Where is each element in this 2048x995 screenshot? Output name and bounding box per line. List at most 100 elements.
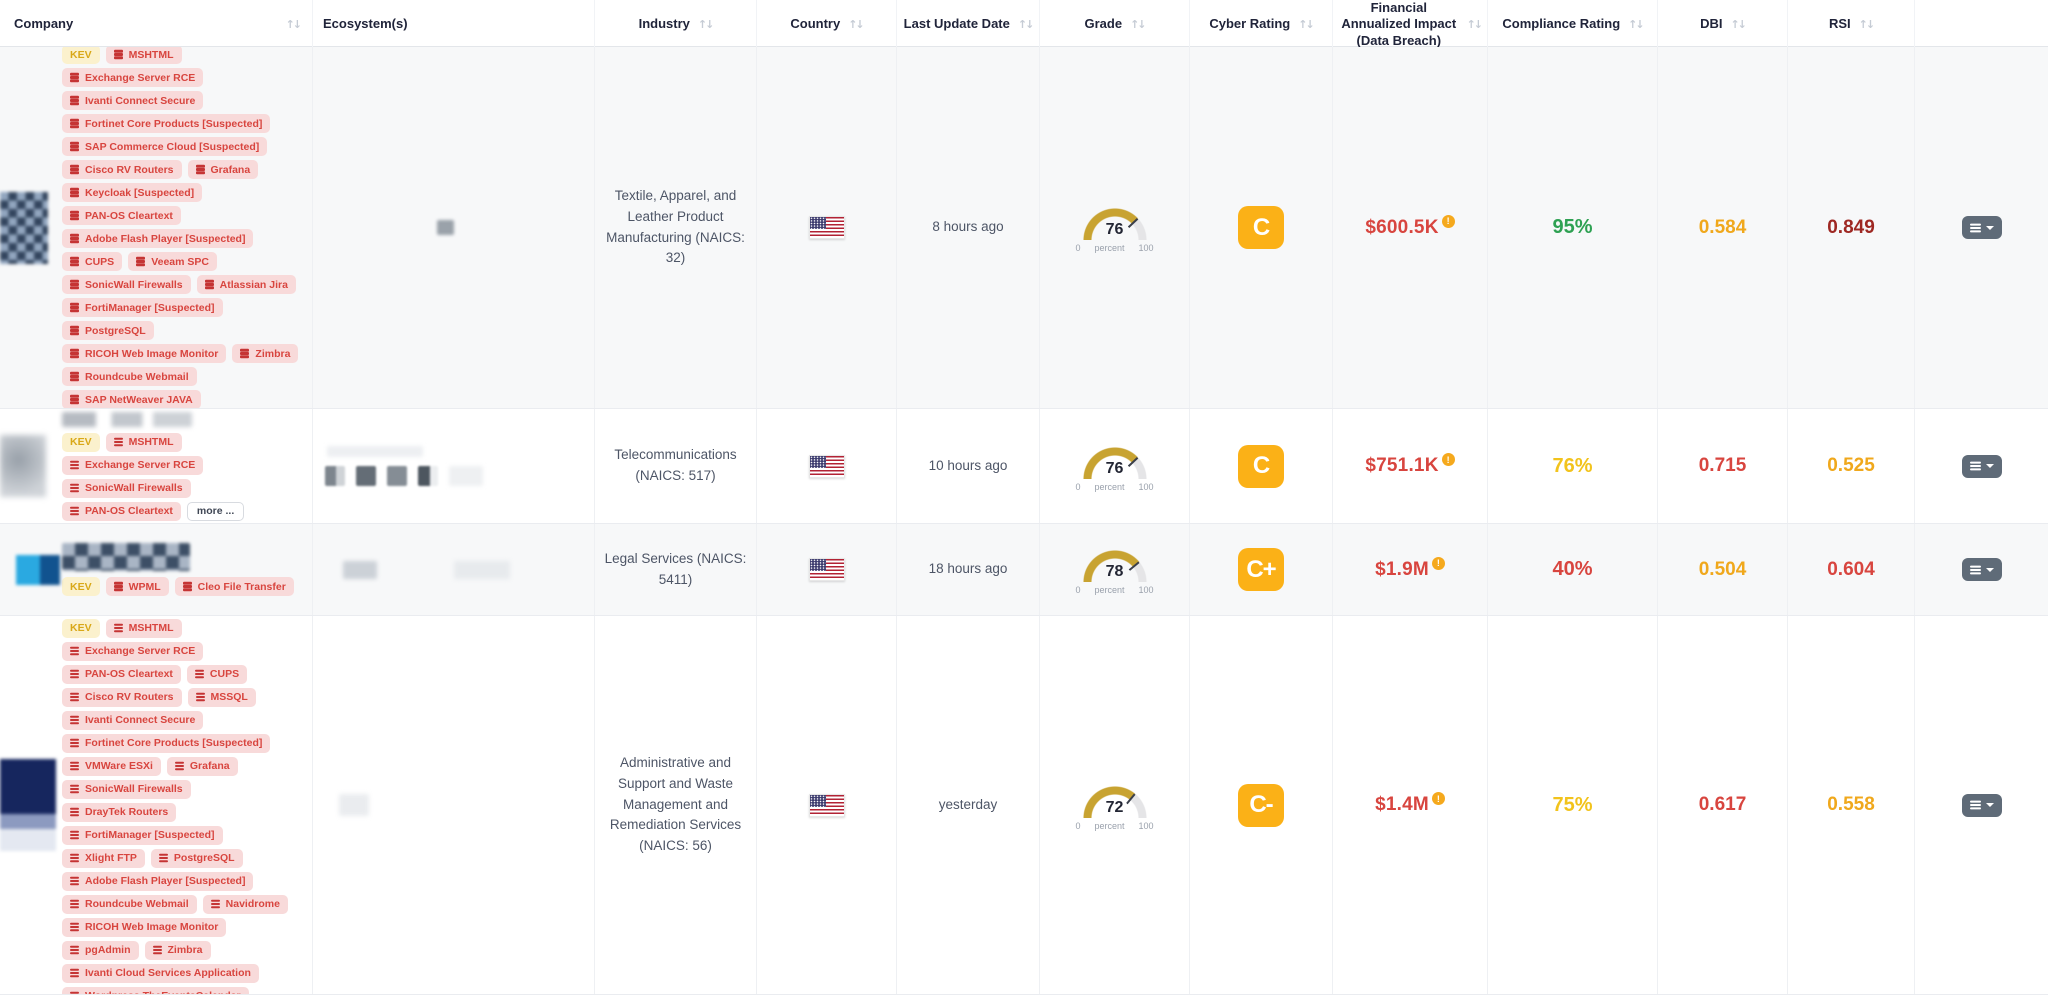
sort-icon[interactable]: ↑↓ — [848, 18, 862, 32]
kev-tag[interactable]: KEV — [62, 619, 100, 638]
gauge-min: 0 — [1076, 482, 1081, 492]
column-header-financial-annualized-impact-data-breach[interactable]: Financial Annualized Impact (Data Breach… — [1333, 0, 1488, 49]
list-icon — [70, 214, 79, 216]
kev-tag[interactable]: KEV — [62, 577, 100, 596]
sort-icon[interactable]: ↑↓ — [1628, 18, 1642, 32]
vuln-tag[interactable]: Cisco RV Routers — [62, 160, 182, 179]
vuln-tag[interactable]: Ivanti Connect Secure — [62, 91, 203, 110]
company-cell[interactable]: KEV WPML Cleo File Transfer — [0, 524, 313, 615]
vuln-tag[interactable]: CUPS — [62, 252, 122, 271]
kev-tag[interactable]: KEV — [62, 433, 100, 452]
partner-logo-redacted — [418, 466, 438, 486]
sort-icon[interactable]: ↑↓ — [1298, 18, 1312, 32]
vuln-tag[interactable]: Ivanti Cloud Services Application — [62, 964, 259, 983]
actions-cell — [1915, 524, 2048, 615]
vuln-tag[interactable]: Roundcube Webmail — [62, 895, 197, 914]
vuln-tag[interactable]: Zimbra — [145, 941, 211, 960]
sort-icon[interactable]: ↑↓ — [1018, 18, 1032, 32]
vuln-tag[interactable]: CUPS — [187, 665, 247, 684]
sort-icon[interactable]: ↑↓ — [1467, 18, 1481, 32]
vuln-tag[interactable]: Exchange Server RCE — [62, 68, 203, 87]
vuln-tag[interactable]: Fortinet Core Products [Suspected] — [62, 114, 270, 133]
vuln-tag[interactable]: Zimbra — [232, 344, 298, 363]
info-icon[interactable]: ! — [1432, 792, 1445, 805]
sort-icon[interactable]: ↑↓ — [286, 18, 300, 32]
vuln-tag[interactable]: PAN-OS Cleartext — [62, 502, 181, 521]
info-icon[interactable]: ! — [1442, 215, 1455, 228]
row-actions-button[interactable] — [1962, 794, 2002, 817]
tags-toggle-button[interactable]: more ... — [187, 502, 244, 521]
column-header-grade[interactable]: Grade ↑↓ — [1040, 0, 1190, 49]
vuln-tag[interactable]: Cisco RV Routers — [62, 688, 182, 707]
vuln-tag[interactable]: Grafana — [167, 757, 238, 776]
vuln-tag[interactable]: PostgreSQL — [151, 849, 243, 868]
vuln-tag[interactable]: Exchange Server RCE — [62, 642, 203, 661]
sort-icon[interactable]: ↑↓ — [1130, 18, 1144, 32]
vuln-tag[interactable]: MSSQL — [188, 688, 256, 707]
vuln-tag[interactable]: Adobe Flash Player [Suspected] — [62, 229, 253, 248]
company-cell[interactable]: KEV MSHTML Exchange Server RCE SonicWall Fi… — [0, 409, 313, 523]
vuln-tag[interactable]: Veeam SPC — [128, 252, 217, 271]
list-icon — [114, 53, 123, 55]
row-actions-button[interactable] — [1962, 558, 2002, 581]
column-header-rsi[interactable]: RSI ↑↓ — [1788, 0, 1915, 49]
vuln-tag[interactable]: RICOH Web Image Monitor — [62, 918, 226, 937]
vuln-tag[interactable]: WPML — [106, 577, 169, 596]
vuln-tag[interactable]: FortiManager [Suspected] — [62, 298, 223, 317]
column-header-compliance-rating[interactable]: Compliance Rating ↑↓ — [1488, 0, 1658, 49]
vuln-tag[interactable]: SonicWall Firewalls — [62, 275, 191, 294]
info-icon[interactable]: ! — [1432, 557, 1445, 570]
vuln-tag[interactable]: SAP Commerce Cloud [Suspected] — [62, 137, 267, 156]
cyber-rating-cell: C — [1190, 47, 1333, 408]
column-header-label: Country — [790, 16, 840, 32]
row-actions-button[interactable] — [1962, 216, 2002, 239]
column-header-ecosystem-s: Ecosystem(s) — [313, 0, 595, 49]
vuln-tag[interactable]: SAP NetWeaver JAVA — [62, 390, 201, 408]
company-cell[interactable]: KEV MSHTML Exchange Server RCE PAN-OS Clear… — [0, 616, 313, 994]
vuln-tag[interactable]: Grafana — [188, 160, 259, 179]
company-cell[interactable]: KEV MSHTML Exchange Server RCE Ivanti Conne… — [0, 47, 313, 408]
column-header-cyber-rating[interactable]: Cyber Rating ↑↓ — [1190, 0, 1333, 49]
vuln-tag[interactable]: pgAdmin — [62, 941, 139, 960]
info-icon[interactable]: ! — [1442, 453, 1455, 466]
vuln-tag[interactable]: PAN-OS Cleartext — [62, 206, 181, 225]
vuln-tag[interactable]: PostgreSQL — [62, 321, 154, 340]
company-logo-redacted — [0, 192, 48, 264]
column-header-company[interactable]: Company ↑↓ — [0, 0, 313, 49]
vuln-tag[interactable]: Ivanti Connect Secure — [62, 711, 203, 730]
vuln-tag[interactable]: FortiManager [Suspected] — [62, 826, 223, 845]
partner-logo-redacted — [356, 466, 376, 486]
vuln-tag[interactable]: VMWare ESXi — [62, 757, 161, 776]
ecosystem-cell — [313, 409, 595, 523]
vuln-tag[interactable]: Keycloak [Suspected] — [62, 183, 202, 202]
vuln-tag[interactable]: MSHTML — [106, 619, 182, 638]
vuln-tag[interactable]: Roundcube Webmail — [62, 367, 197, 386]
vuln-tag[interactable]: SonicWall Firewalls — [62, 479, 191, 498]
vuln-tag[interactable]: Xlight FTP — [62, 849, 145, 868]
vuln-tag[interactable]: DrayTek Routers — [62, 803, 176, 822]
vuln-tag[interactable]: PAN-OS Cleartext — [62, 665, 181, 684]
vuln-tag[interactable]: MSHTML — [106, 433, 182, 452]
vuln-tag[interactable]: Navidrome — [203, 895, 288, 914]
column-header-label: DBI — [1700, 16, 1722, 32]
vuln-tag[interactable]: RICOH Web Image Monitor — [62, 344, 226, 363]
vuln-tag[interactable]: Atlassian Jira — [197, 275, 296, 294]
ecosystem-wrap — [313, 794, 594, 816]
sort-icon[interactable]: ↑↓ — [1859, 18, 1873, 32]
column-header-industry[interactable]: Industry ↑↓ — [595, 0, 757, 49]
vuln-tag[interactable]: Fortinet Core Products [Suspected] — [62, 734, 270, 753]
column-header-dbi[interactable]: DBI ↑↓ — [1658, 0, 1788, 49]
kev-tag[interactable]: KEV — [62, 47, 100, 64]
column-header-last-update-date[interactable]: Last Update Date ↑↓ — [897, 0, 1040, 49]
vuln-tag[interactable]: Adobe Flash Player [Suspected] — [62, 872, 253, 891]
vuln-tag[interactable]: Exchange Server RCE — [62, 456, 203, 475]
vuln-tag[interactable]: SonicWall Firewalls — [62, 780, 191, 799]
vuln-tag[interactable]: Wordpress TheEventsCalendar — [62, 987, 249, 995]
sort-icon[interactable]: ↑↓ — [1730, 18, 1744, 32]
vuln-tag[interactable]: MSHTML — [106, 47, 182, 64]
sort-icon[interactable]: ↑↓ — [698, 18, 712, 32]
vuln-tag[interactable]: Cleo File Transfer — [175, 577, 294, 596]
financial-impact-cell: $751.1K ! — [1333, 409, 1488, 523]
column-header-country[interactable]: Country ↑↓ — [757, 0, 897, 49]
row-actions-button[interactable] — [1962, 455, 2002, 478]
